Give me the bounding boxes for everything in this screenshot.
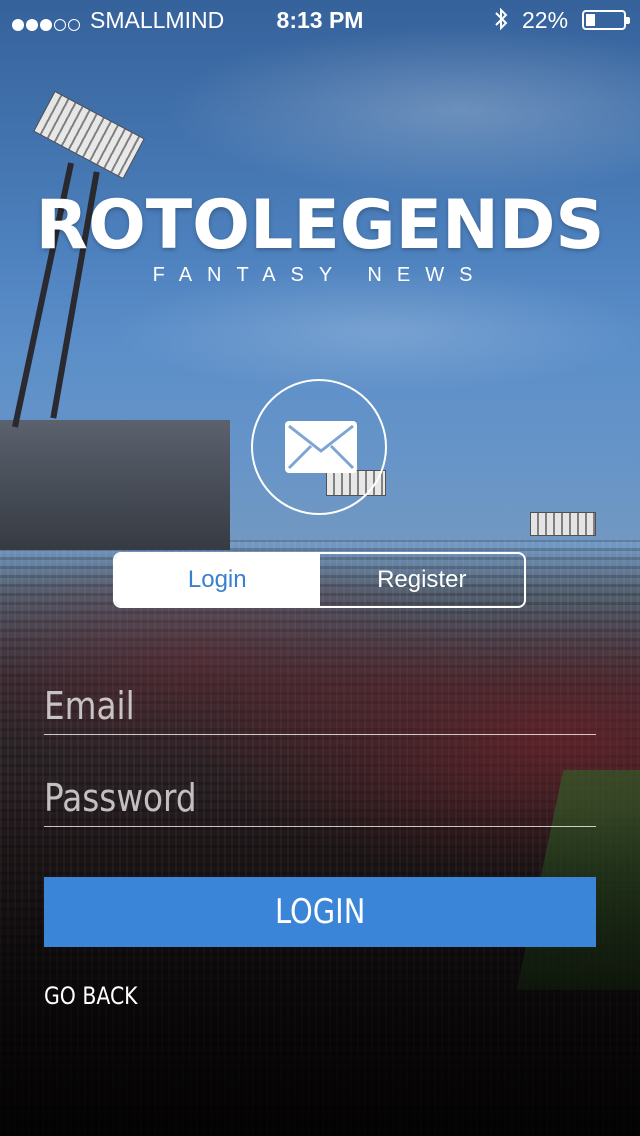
auth-tabs: Login Register (113, 552, 526, 608)
bluetooth-icon (493, 6, 509, 39)
mail-icon (285, 421, 357, 473)
status-bar: SMALLMIND 8:13 PM 22% (0, 0, 640, 40)
go-back-label: GO BACK (44, 982, 138, 1010)
email-field-row (44, 678, 596, 735)
tab-login[interactable]: Login (115, 554, 320, 606)
app-logo-title: ROTOLEGENDS (35, 186, 605, 265)
mail-badge (251, 379, 387, 515)
tab-register[interactable]: Register (320, 554, 525, 606)
battery-icon (582, 10, 630, 30)
email-field[interactable] (44, 678, 519, 734)
login-button[interactable]: LOGIN (44, 877, 596, 947)
login-button-label: LOGIN (274, 892, 366, 932)
app-logo-subtitle: FANTASY NEWS (152, 264, 488, 286)
password-field-row (44, 770, 596, 827)
battery-percent: 22% (522, 7, 569, 33)
password-field[interactable] (44, 770, 519, 826)
go-back-link[interactable]: GO BACK (44, 982, 154, 1010)
